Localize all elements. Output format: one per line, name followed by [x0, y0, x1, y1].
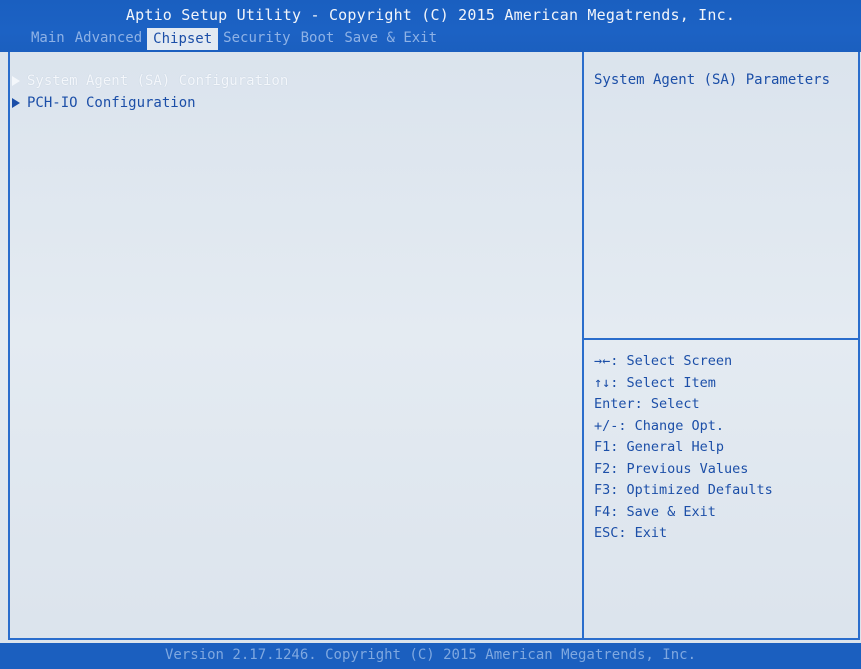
version-text: Version 2.17.1246. Copyright (C) 2015 Am… — [164, 647, 696, 663]
right-triangle-icon — [12, 98, 20, 108]
key-help-change-opt: +/-: Change Opt. — [594, 417, 725, 434]
app-title: Aptio Setup Utility - Copyright (C) 2015… — [125, 6, 736, 24]
header-bar: Aptio Setup Utility - Copyright (C) 2015… — [0, 0, 861, 52]
footer-bar: Version 2.17.1246. Copyright (C) 2015 Am… — [0, 643, 861, 669]
panel-divider — [582, 52, 584, 638]
tab-bar: Main Advanced Chipset Security Boot Save… — [26, 28, 442, 50]
key-help-f1: F1: General Help — [594, 439, 725, 455]
key-help-select-screen: →←: Select Screen — [594, 353, 733, 369]
tab-chipset[interactable]: Chipset — [147, 28, 219, 50]
key-help-select-item: ↑↓: Select Item — [594, 374, 716, 391]
menu-item-label: System Agent (SA) Configuration — [27, 73, 289, 89]
menu-list: System Agent (SA) Configuration PCH-IO C… — [12, 70, 288, 114]
main-frame: System Agent (SA) Configuration PCH-IO C… — [8, 52, 860, 640]
key-help-esc: ESC: Exit — [594, 525, 668, 541]
key-help-f4: F4: Save & Exit — [594, 503, 716, 520]
right-triangle-icon — [12, 76, 20, 86]
menu-item-pch-io[interactable]: PCH-IO Configuration — [12, 92, 288, 114]
tab-save-exit[interactable]: Save & Exit — [339, 28, 442, 50]
tab-main[interactable]: Main — [26, 28, 70, 50]
tab-security[interactable]: Security — [218, 28, 295, 50]
tab-boot[interactable]: Boot — [296, 28, 340, 50]
bios-screen: Aptio Setup Utility - Copyright (C) 2015… — [0, 0, 861, 669]
menu-item-label: PCH-IO Configuration — [27, 95, 196, 111]
help-description: System Agent (SA) Parameters — [594, 72, 831, 88]
key-help-f2: F2: Previous Values — [594, 460, 749, 477]
key-help-enter: Enter: Select — [594, 396, 700, 412]
tab-advanced[interactable]: Advanced — [70, 28, 147, 50]
menu-item-system-agent[interactable]: System Agent (SA) Configuration — [12, 70, 288, 92]
key-help-list: →←: Select Screen ↑↓: Select Item Enter:… — [594, 351, 773, 545]
key-help-f3: F3: Optimized Defaults — [594, 482, 773, 498]
help-separator — [584, 338, 860, 340]
